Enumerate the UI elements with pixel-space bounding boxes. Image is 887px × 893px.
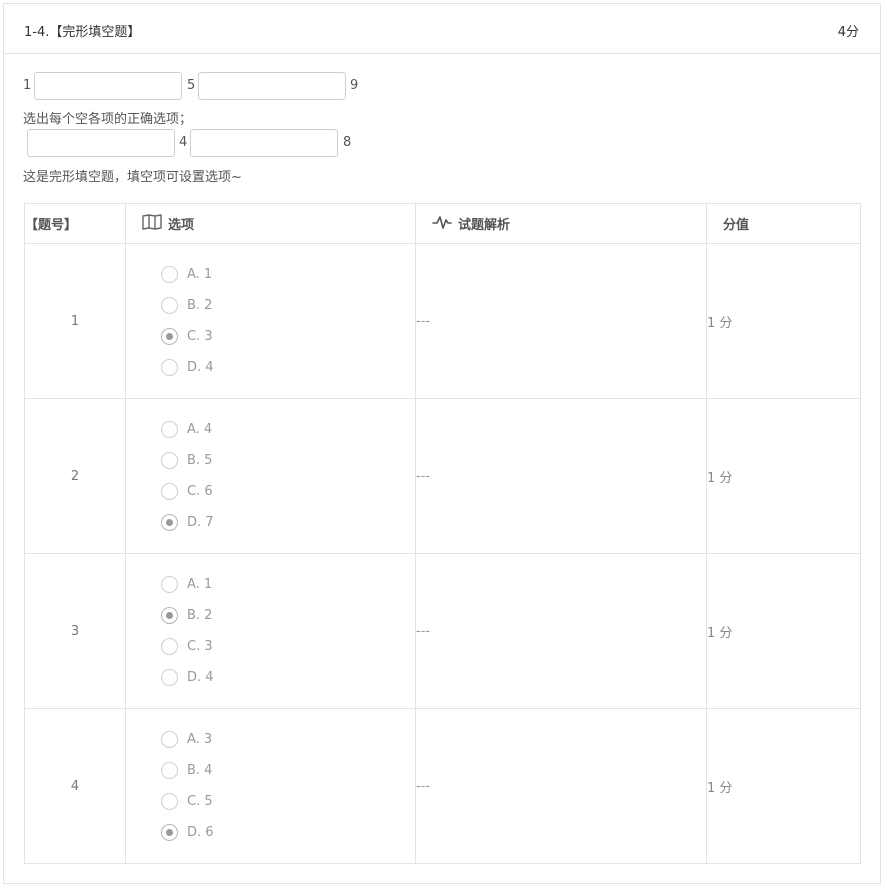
option-item[interactable]: D. 6 — [161, 817, 415, 848]
option-label: C. 6 — [187, 484, 213, 499]
analysis-cell: --- — [415, 243, 707, 399]
book-icon — [142, 213, 162, 234]
blank-input[interactable] — [190, 129, 338, 157]
blank-number: 4 — [179, 135, 188, 150]
option-item[interactable]: D. 4 — [161, 352, 415, 383]
option-item[interactable]: B. 5 — [161, 445, 415, 476]
radio-button[interactable] — [161, 266, 178, 283]
pulse-icon — [432, 215, 452, 233]
note-text: 这是完形填空题，填空项可设置选项~ — [23, 170, 242, 185]
option-item[interactable]: C. 6 — [161, 476, 415, 507]
table-row: 3 A. 1 B. 2 C. 3 D. 4 --- 1 分 — [24, 553, 861, 709]
option-item[interactable]: B. 2 — [161, 600, 415, 631]
option-label: D. 4 — [187, 360, 214, 375]
option-item[interactable]: C. 3 — [161, 631, 415, 662]
option-label: D. 4 — [187, 670, 214, 685]
analysis-cell: --- — [415, 708, 707, 864]
radio-button[interactable] — [161, 328, 178, 345]
option-item[interactable]: D. 7 — [161, 507, 415, 538]
blank-number: 9 — [350, 78, 359, 93]
question-number: 2 — [24, 398, 126, 554]
blank-input[interactable] — [34, 72, 182, 100]
radio-button[interactable] — [161, 452, 178, 469]
option-item[interactable]: C. 3 — [161, 321, 415, 352]
score-cell: 1 分 — [706, 398, 861, 554]
option-item[interactable]: B. 4 — [161, 755, 415, 786]
option-item[interactable]: A. 1 — [161, 259, 415, 290]
blank-number: 1 — [23, 78, 32, 93]
score-cell: 1 分 — [706, 243, 861, 399]
instruction-text: 选出每个空各项的正确选项； — [23, 112, 193, 127]
radio-button[interactable] — [161, 359, 178, 376]
option-label: A. 4 — [187, 422, 213, 437]
radio-button[interactable] — [161, 514, 178, 531]
blank-input[interactable] — [198, 72, 346, 100]
radio-button[interactable] — [161, 576, 178, 593]
radio-button[interactable] — [161, 297, 178, 314]
radio-button[interactable] — [161, 731, 178, 748]
radio-button[interactable] — [161, 421, 178, 438]
options-cell: A. 4 B. 5 C. 6 D. 7 — [125, 398, 416, 554]
table-row: 1 A. 1 B. 2 C. 3 D. 4 --- 1 分 — [24, 243, 861, 399]
blank-number: 8 — [343, 135, 352, 150]
analysis-cell: --- — [415, 553, 707, 709]
option-label: B. 5 — [187, 453, 213, 468]
score-cell: 1 分 — [706, 708, 861, 864]
question-score: 4分 — [837, 25, 859, 40]
blank-input[interactable] — [27, 129, 175, 157]
options-cell: A. 3 B. 4 C. 5 D. 6 — [125, 708, 416, 864]
radio-button[interactable] — [161, 669, 178, 686]
analysis-cell: --- — [415, 398, 707, 554]
header-number-label: 【题号】 — [25, 218, 78, 233]
option-label: A. 1 — [187, 577, 213, 592]
header-analysis: 试题解析 — [415, 203, 707, 244]
question-number: 3 — [24, 553, 126, 709]
header-options-label: 选项 — [168, 218, 195, 233]
option-label: C. 3 — [187, 329, 213, 344]
option-label: D. 7 — [187, 515, 214, 530]
header-score-label: 分值 — [723, 218, 750, 233]
radio-button[interactable] — [161, 824, 178, 841]
option-item[interactable]: D. 4 — [161, 662, 415, 693]
radio-button[interactable] — [161, 483, 178, 500]
question-title: 1-4.【完形填空题】 — [24, 25, 141, 40]
option-label: D. 6 — [187, 825, 214, 840]
header-options: 选项 — [125, 203, 416, 244]
option-label: A. 3 — [187, 732, 213, 747]
option-label: B. 2 — [187, 608, 213, 623]
option-label: B. 2 — [187, 298, 213, 313]
option-label: B. 4 — [187, 763, 213, 778]
blank-number: 5 — [187, 78, 196, 93]
radio-button[interactable] — [161, 638, 178, 655]
radio-button[interactable] — [161, 607, 178, 624]
header-analysis-label: 试题解析 — [458, 218, 511, 233]
option-label: C. 5 — [187, 794, 213, 809]
radio-button[interactable] — [161, 793, 178, 810]
table-row: 4 A. 3 B. 4 C. 5 D. 6 --- 1 分 — [24, 708, 861, 864]
option-item[interactable]: A. 4 — [161, 414, 415, 445]
option-item[interactable]: C. 5 — [161, 786, 415, 817]
table-row: 2 A. 4 B. 5 C. 6 D. 7 --- 1 分 — [24, 398, 861, 554]
option-label: A. 1 — [187, 267, 213, 282]
radio-button[interactable] — [161, 762, 178, 779]
options-table: 【题号】 选项 试题解析 分值 1 A. 1 B. 2 C. 3 D. 4 --… — [24, 203, 861, 864]
question-number: 1 — [24, 243, 126, 399]
option-label: C. 3 — [187, 639, 213, 654]
question-header: 1-4.【完形填空题】 4分 — [4, 4, 880, 54]
option-item[interactable]: B. 2 — [161, 290, 415, 321]
option-item[interactable]: A. 1 — [161, 569, 415, 600]
options-cell: A. 1 B. 2 C. 3 D. 4 — [125, 553, 416, 709]
score-cell: 1 分 — [706, 553, 861, 709]
header-number: 【题号】 — [24, 203, 126, 244]
option-item[interactable]: A. 3 — [161, 724, 415, 755]
question-number: 4 — [24, 708, 126, 864]
options-cell: A. 1 B. 2 C. 3 D. 4 — [125, 243, 416, 399]
header-score: 分值 — [706, 203, 861, 244]
